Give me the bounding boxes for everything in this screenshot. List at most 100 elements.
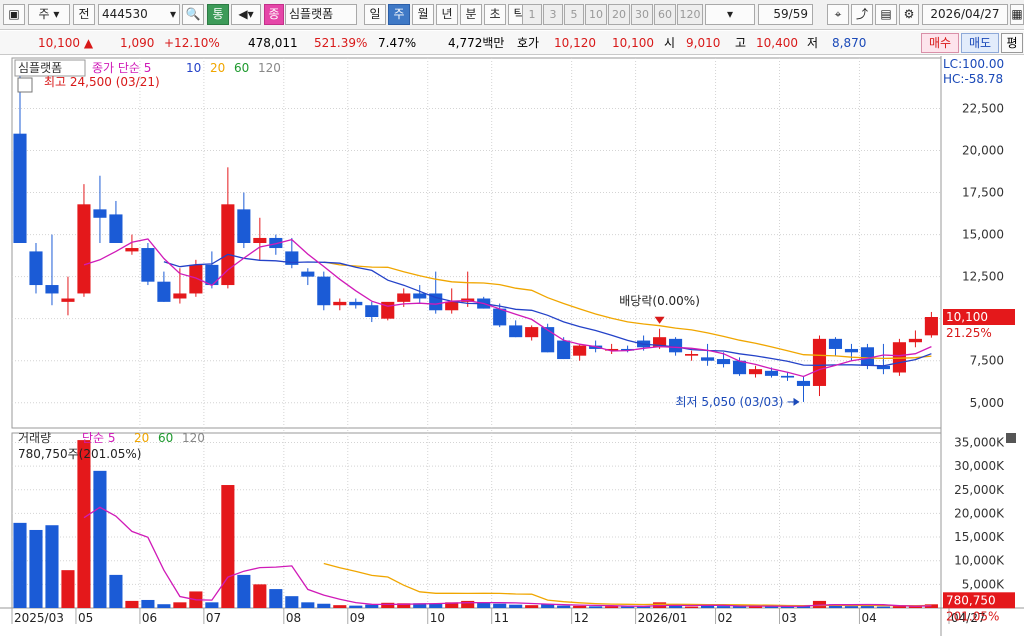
candle-body bbox=[13, 133, 27, 243]
interval-tab-60[interactable]: 60 bbox=[654, 4, 676, 25]
candle-body bbox=[748, 369, 763, 375]
candle-body bbox=[573, 345, 587, 356]
price-tick-0: 22,500 bbox=[962, 101, 1004, 115]
price-legend-ma-60: 60 bbox=[234, 61, 249, 75]
candle-body bbox=[29, 251, 43, 286]
prev-button[interactable]: 전 bbox=[73, 4, 95, 25]
volume-bar bbox=[205, 602, 219, 608]
volume-bar bbox=[285, 596, 299, 608]
volume-tick-1: 30,000K bbox=[954, 459, 1005, 473]
stock-chart[interactable]: 22,50020,00017,50015,00012,50010,0007,50… bbox=[0, 56, 1024, 636]
period-tab-4[interactable]: 분 bbox=[460, 4, 482, 25]
candle-body bbox=[45, 285, 59, 294]
candle-body bbox=[685, 354, 699, 356]
date-field[interactable]: 2026/04/27 bbox=[922, 4, 1008, 25]
candle-body bbox=[253, 237, 267, 243]
volume-bar bbox=[605, 606, 619, 608]
volume-bar bbox=[381, 602, 395, 608]
mode-select[interactable]: 주 ▾ bbox=[28, 4, 70, 25]
period-tab-2[interactable]: 월 bbox=[412, 4, 434, 25]
volume-bar bbox=[125, 600, 139, 608]
date-label-7: 11 bbox=[494, 611, 509, 625]
tong-button[interactable]: 통 bbox=[207, 4, 229, 25]
price-tick-1: 20,000 bbox=[962, 144, 1004, 158]
stock-name-field[interactable]: 심플랫폼 bbox=[285, 4, 357, 25]
calendar-icon[interactable]: ▦ bbox=[1010, 4, 1024, 25]
volume-current: 780,750주(201.05%) bbox=[18, 447, 141, 461]
volume-tick-0: 35,000K bbox=[954, 435, 1005, 449]
volume-bar bbox=[333, 605, 347, 608]
candle-body bbox=[924, 317, 938, 336]
volume-bar bbox=[589, 606, 603, 608]
price-tick-4: 12,500 bbox=[962, 270, 1004, 284]
chart-tool-icon[interactable]: ⤴ bbox=[851, 4, 873, 25]
candle-body bbox=[397, 293, 411, 302]
volume-tick-4: 15,000K bbox=[954, 530, 1005, 544]
volume: 478,011 bbox=[248, 36, 298, 50]
volume-bar bbox=[173, 602, 187, 608]
volume-bar bbox=[29, 529, 43, 608]
volume-bar bbox=[269, 589, 283, 608]
candle-body bbox=[509, 325, 523, 338]
interval-tab-20[interactable]: 20 bbox=[608, 4, 630, 25]
candle-body bbox=[525, 327, 539, 338]
save-icon[interactable]: ▤ bbox=[875, 4, 897, 25]
gear-icon[interactable]: ⚙ bbox=[899, 4, 919, 25]
candle-body bbox=[77, 204, 91, 294]
candle-body bbox=[365, 305, 379, 317]
candle-body bbox=[93, 209, 107, 218]
low-label: 저 bbox=[807, 36, 819, 50]
candle-body bbox=[892, 342, 906, 373]
candle-body bbox=[908, 338, 922, 343]
price-legend-ma-label: 종가 단순 5 bbox=[92, 61, 151, 75]
interval-tab-5[interactable]: 5 bbox=[564, 4, 584, 25]
buy-button[interactable]: 매수 bbox=[921, 33, 959, 53]
interval-tab-10[interactable]: 10 bbox=[585, 4, 607, 25]
candle-body bbox=[732, 360, 747, 375]
tag-badge[interactable]: 종 bbox=[264, 4, 284, 25]
count-field[interactable]: 59/59 bbox=[758, 4, 813, 25]
candle-body bbox=[716, 359, 731, 365]
price-tick-7: 5,000 bbox=[970, 396, 1004, 410]
search-icon[interactable]: 🔍 bbox=[182, 4, 204, 25]
candle-body bbox=[445, 301, 459, 311]
interval-dropdown[interactable]: ▾ bbox=[705, 4, 755, 25]
volume-bar bbox=[109, 574, 123, 608]
candle-body bbox=[349, 301, 363, 306]
interval-tab-1[interactable]: 1 bbox=[522, 4, 542, 25]
high-label: 고 bbox=[735, 36, 747, 50]
price-legend-ma-120: 120 bbox=[258, 61, 281, 75]
candle-body bbox=[317, 276, 331, 306]
price-tick-6: 7,500 bbox=[970, 354, 1004, 368]
period-tab-5[interactable]: 초 bbox=[484, 4, 506, 25]
period-tab-1[interactable]: 주 bbox=[388, 4, 410, 25]
price-tag: 10,100 bbox=[946, 310, 988, 324]
sell-button[interactable]: 매도 bbox=[961, 33, 999, 53]
date-label-12: 04 bbox=[861, 611, 876, 625]
price-legend-ma-20: 20 bbox=[210, 61, 225, 75]
date-label-11: 03 bbox=[782, 611, 797, 625]
crosshair-icon[interactable]: ⌖ bbox=[827, 4, 849, 25]
volume-bar bbox=[61, 570, 75, 608]
volume-bar bbox=[876, 606, 890, 608]
window-menu-icon[interactable]: ▣ bbox=[3, 4, 25, 25]
candle-body bbox=[333, 301, 347, 306]
speaker-icon[interactable]: ◀▾ bbox=[231, 4, 261, 25]
volume-tick-2: 25,000K bbox=[954, 483, 1005, 497]
hc-label: HC:-58.78 bbox=[943, 72, 1003, 86]
volume-bar bbox=[493, 603, 507, 608]
period-tab-0[interactable]: 일 bbox=[364, 4, 386, 25]
volume-pane bbox=[11, 432, 942, 609]
hoga-label: 호가 bbox=[517, 36, 540, 50]
interval-tab-120[interactable]: 120 bbox=[677, 4, 703, 25]
price-tick-2: 17,500 bbox=[962, 186, 1004, 200]
period-tab-3[interactable]: 년 bbox=[436, 4, 458, 25]
candle-body bbox=[413, 293, 427, 299]
average-button[interactable]: 평 bbox=[1001, 33, 1023, 53]
date-label-2: 06 bbox=[142, 611, 157, 625]
date-label-3: 07 bbox=[206, 611, 221, 625]
stock-code-input[interactable]: 444530 ▾ bbox=[98, 4, 180, 25]
dividend-annotation: 배당락(0.00%) bbox=[619, 294, 700, 308]
interval-tab-30[interactable]: 30 bbox=[631, 4, 653, 25]
interval-tab-3[interactable]: 3 bbox=[543, 4, 563, 25]
